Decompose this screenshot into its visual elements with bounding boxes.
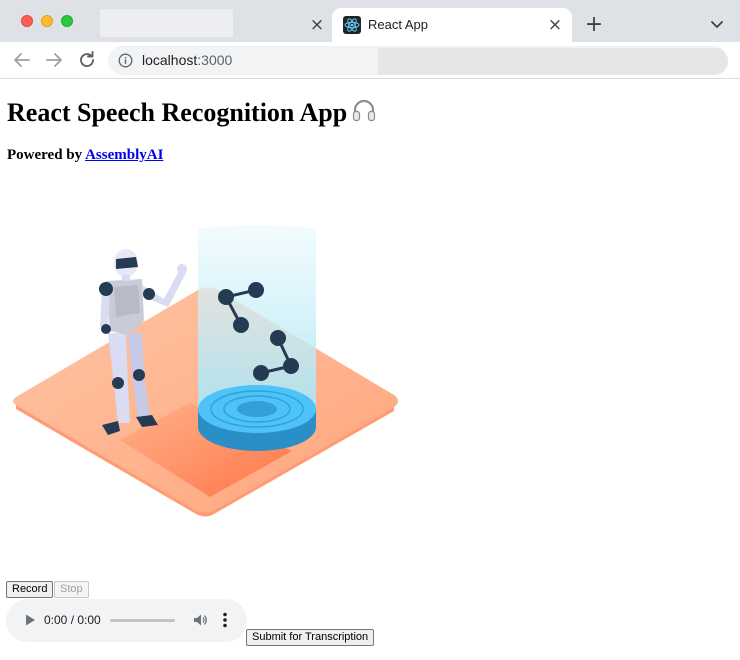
audio-player[interactable]: 0:00 / 0:00 (6, 599, 247, 642)
tab-title-placeholder (100, 9, 233, 37)
page-content: React Speech Recognition App Powered by … (0, 80, 740, 660)
window-close-button[interactable] (21, 15, 33, 27)
address-bar-redacted (378, 48, 728, 75)
audio-time: 0:00 / 0:00 (44, 613, 101, 627)
more-options-icon[interactable] (218, 611, 232, 629)
window-minimize-button[interactable] (41, 15, 53, 27)
chevron-down-icon[interactable] (707, 14, 727, 34)
headphones-icon (351, 98, 377, 124)
record-button[interactable]: Record (6, 581, 54, 598)
tab-title: React App (368, 17, 428, 32)
browser-toolbar: localhost:3000 (0, 42, 740, 79)
tab-inactive[interactable]: × (86, 6, 332, 42)
close-tab-icon[interactable]: × (307, 15, 327, 35)
powered-by-line: Powered by AssemblyAI (7, 147, 163, 164)
robot-hologram-illustration (10, 225, 402, 525)
forward-arrow-icon[interactable] (42, 48, 66, 72)
powered-by-prefix: Powered by (7, 147, 83, 163)
audio-seek-bar[interactable] (110, 619, 175, 622)
address-text: localhost:3000 (142, 52, 232, 68)
page-title-text: React Speech Recognition App (7, 98, 348, 127)
close-tab-icon[interactable]: × (545, 15, 565, 35)
address-port: :3000 (197, 52, 233, 68)
address-host: localhost (142, 52, 198, 68)
react-logo-icon (343, 16, 361, 34)
tab-active[interactable]: React App × (332, 8, 572, 42)
back-arrow-icon[interactable] (10, 48, 34, 72)
window-zoom-button[interactable] (61, 15, 73, 27)
play-icon[interactable] (23, 613, 37, 627)
new-tab-button[interactable]: + (583, 14, 605, 36)
volume-icon[interactable] (192, 612, 208, 628)
page-title: React Speech Recognition App (7, 98, 377, 128)
tab-strip: × React App × + (0, 0, 740, 42)
assemblyai-link[interactable]: AssemblyAI (85, 147, 163, 163)
stop-button[interactable]: Stop (54, 581, 89, 598)
address-bar[interactable]: localhost:3000 (108, 46, 728, 75)
info-icon[interactable] (118, 53, 133, 68)
submit-transcription-button[interactable]: Submit for Transcription (246, 629, 375, 646)
reload-icon[interactable] (75, 48, 99, 72)
